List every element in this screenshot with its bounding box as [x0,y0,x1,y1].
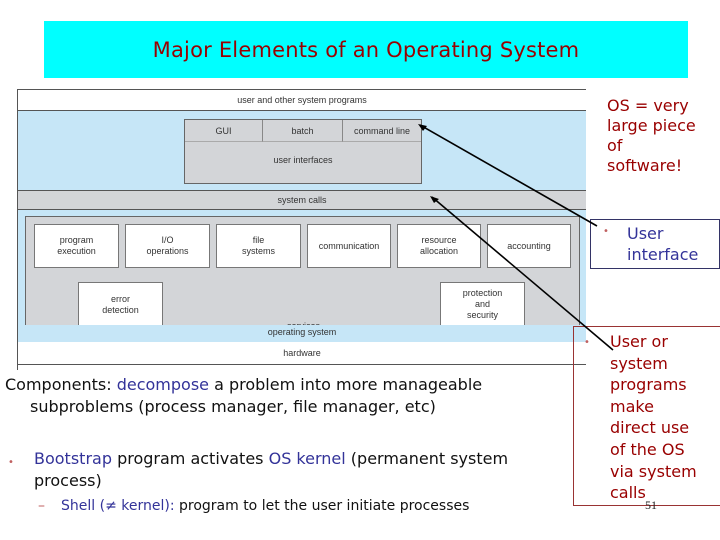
highlight-bootstrap: Bootstrap [34,449,112,468]
hardware-label: hardware [283,348,321,358]
operating-system-label: operating system [267,327,337,337]
callout-user-interface-box: • User interface [590,219,720,269]
bootstrap-bullet: • Bootstrap program activates OS kernel … [8,449,509,490]
layer-user-programs: user and other system programs [18,89,586,111]
service-accounting: accounting [487,224,571,268]
dash-icon: – [38,498,45,514]
service-io-operations: I/O operations [125,224,210,268]
callout-os-large: OS = very large piece of software! [607,96,696,175]
highlight-os-kernel: OS kernel [268,449,346,468]
layer-services-band: program execution I/O operations file sy… [18,210,586,338]
callout-system-programs-text: User or system programs make direct use … [610,332,697,503]
slide-title-bar: Major Elements of an Operating System [44,21,688,78]
callout-system-programs-box: • User or system programs make direct us… [573,326,720,506]
slide-title: Major Elements of an Operating System [152,37,580,62]
os-structure-diagram: user and other system programs GUI batch… [17,89,586,370]
layer-user-interfaces-band: GUI batch command line user interfaces [18,111,586,190]
system-calls-label: system calls [277,195,327,205]
user-interfaces-label: user interfaces [273,155,333,165]
service-resource-allocation: resource allocation [397,224,481,268]
bullet-icon: • [584,337,590,348]
ui-cell-command-line: command line [343,120,421,142]
ui-cell-batch: batch [263,120,343,142]
highlight-decompose: decompose [116,375,209,394]
components-paragraph: Components: decompose a problem into mor… [5,375,483,416]
layer-system-calls: system calls [18,190,586,210]
page-number: 51 [645,498,657,512]
layer-user-programs-label: user and other system programs [237,95,367,105]
shell-subbullet: – Shell (≠ kernel): program to let the us… [38,498,470,514]
user-interfaces-box: GUI batch command line user interfaces [184,119,422,184]
ui-cell-gui: GUI [185,120,263,142]
layer-hardware: hardware [18,342,586,365]
service-file-systems: file systems [216,224,301,268]
service-program-execution: program execution [34,224,119,268]
bullet-icon: • [603,226,609,237]
service-communication: communication [307,224,391,268]
highlight-shell: Shell (≠ kernel): [61,498,175,514]
services-box: program execution I/O operations file sy… [25,216,580,336]
layer-operating-system: operating system [18,325,586,342]
bullet-icon: • [8,457,14,468]
callout-user-interface-text: User interface [627,224,699,264]
